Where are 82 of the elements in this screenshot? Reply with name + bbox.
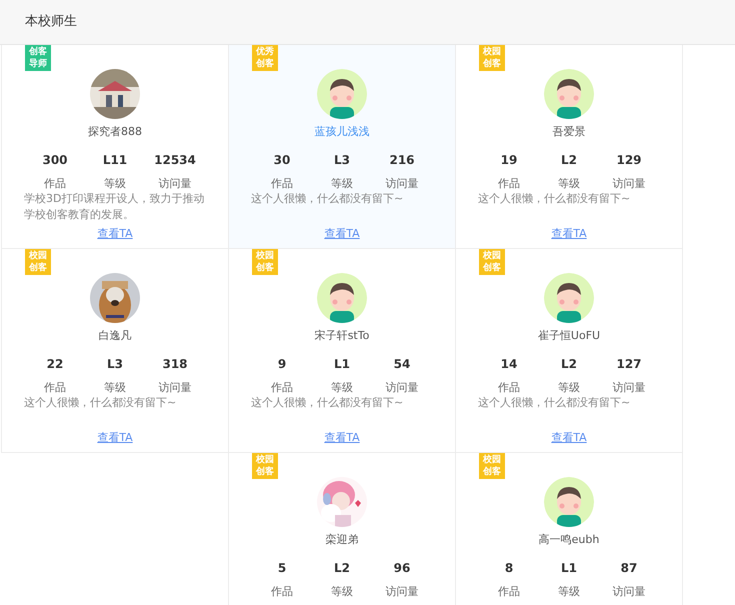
stat-label: 等级 bbox=[103, 380, 127, 395]
view-profile-link[interactable]: 查看TA bbox=[324, 227, 360, 241]
stat-value: 12534 bbox=[153, 153, 197, 168]
stat-label: 等级 bbox=[557, 176, 581, 191]
user-bio: 这个人很懒，什么都没有留下~ bbox=[250, 191, 404, 207]
role-tag: 校园创客 bbox=[479, 249, 505, 275]
stat-label: 访问量 bbox=[384, 380, 420, 395]
stat-label: 作品 bbox=[497, 380, 521, 395]
stat-label: 作品 bbox=[43, 380, 67, 395]
view-profile-link[interactable]: 查看TA bbox=[551, 227, 587, 241]
stat-label: 访问量 bbox=[158, 176, 192, 191]
stat-value: 87 bbox=[620, 561, 638, 576]
stat-value: 216 bbox=[388, 153, 416, 168]
stat-value: 54 bbox=[392, 357, 412, 372]
user-name: 探究者888 bbox=[88, 124, 142, 139]
default-avatar-icon bbox=[544, 477, 594, 527]
stat-value: 19 bbox=[500, 153, 518, 168]
user-bio: 这个人很懒，什么都没有留下~ bbox=[477, 395, 632, 411]
user-name: 高一鸣eubh bbox=[538, 532, 600, 547]
stat-value: L1 bbox=[560, 561, 578, 576]
role-tag: 校园创客 bbox=[25, 249, 51, 275]
user-name: 宋子轩stTo bbox=[314, 328, 370, 343]
stat-value: 14 bbox=[500, 357, 518, 372]
stat-label: 访问量 bbox=[158, 380, 192, 395]
stat-label: 等级 bbox=[330, 176, 354, 191]
user-bio: 这个人很懒，什么都没有留下~ bbox=[23, 395, 178, 411]
role-tag: 校园创客 bbox=[479, 45, 505, 71]
stat-value: L3 bbox=[106, 357, 124, 372]
view-profile-link[interactable]: 查看TA bbox=[551, 431, 587, 445]
user-bio: 这个人很懒，什么都没有留下~ bbox=[477, 191, 632, 207]
role-tag: 创客导师 bbox=[25, 45, 51, 71]
stat-label: 作品 bbox=[43, 176, 67, 191]
stat-label: 访问量 bbox=[612, 584, 646, 599]
stat-label: 等级 bbox=[103, 176, 127, 191]
user-name: 崔子恒UoFU bbox=[538, 328, 600, 343]
stat-value: 300 bbox=[41, 153, 69, 168]
user-bio: 学校3D打印课程开设人，致力于推动学校创客教育的发展。 bbox=[23, 191, 206, 223]
stat-label: 访问量 bbox=[384, 176, 420, 191]
stat-value: L2 bbox=[333, 561, 351, 576]
stat-label: 访问量 bbox=[384, 584, 420, 599]
stat-label: 作品 bbox=[270, 176, 294, 191]
user-name: 白逸凡 bbox=[98, 328, 132, 343]
stat-value: L3 bbox=[333, 153, 351, 168]
user-bio: 这个人很懒，什么都没有留下~ bbox=[250, 395, 404, 411]
role-tag: 优秀创客 bbox=[252, 45, 278, 71]
stat-label: 等级 bbox=[330, 584, 354, 599]
stat-label: 访问量 bbox=[612, 176, 646, 191]
role-tag: 校园创客 bbox=[252, 453, 278, 479]
view-profile-link[interactable]: 查看TA bbox=[324, 431, 360, 445]
view-profile-link[interactable]: 查看TA bbox=[97, 227, 133, 241]
stat-value: L1 bbox=[333, 357, 351, 372]
default-avatar-icon bbox=[544, 69, 594, 119]
stat-value: L11 bbox=[102, 153, 128, 168]
default-avatar-icon bbox=[317, 273, 367, 323]
view-profile-link[interactable]: 查看TA bbox=[97, 431, 133, 445]
stat-value: 22 bbox=[46, 357, 64, 372]
stat-value: 8 bbox=[504, 561, 514, 576]
user-name: 吾爱景 bbox=[552, 124, 586, 139]
stat-value: 5 bbox=[276, 561, 288, 576]
stat-label: 作品 bbox=[497, 584, 521, 599]
stat-label: 作品 bbox=[270, 584, 294, 599]
stat-value: 127 bbox=[615, 357, 643, 372]
default-avatar-icon bbox=[317, 69, 367, 119]
stat-label: 作品 bbox=[270, 380, 294, 395]
user-name: 蓝孩儿浅浅 bbox=[314, 124, 370, 139]
stat-value: 96 bbox=[392, 561, 412, 576]
user-name: 栾迎弟 bbox=[326, 532, 358, 547]
stat-value: L2 bbox=[560, 153, 578, 168]
role-tag: 校园创客 bbox=[479, 453, 505, 479]
stat-label: 作品 bbox=[497, 176, 521, 191]
stat-value: 9 bbox=[276, 357, 288, 372]
stat-label: 等级 bbox=[330, 380, 354, 395]
section-title: 本校师生 bbox=[25, 13, 77, 32]
role-tag: 校园创客 bbox=[252, 249, 278, 275]
stat-value: 30 bbox=[272, 153, 292, 168]
stat-label: 等级 bbox=[557, 380, 581, 395]
stat-value: 129 bbox=[615, 153, 643, 168]
stat-value: L2 bbox=[560, 357, 578, 372]
default-avatar-icon bbox=[544, 273, 594, 323]
stat-value: 318 bbox=[161, 357, 189, 372]
stat-label: 访问量 bbox=[612, 380, 646, 395]
stat-label: 等级 bbox=[557, 584, 581, 599]
